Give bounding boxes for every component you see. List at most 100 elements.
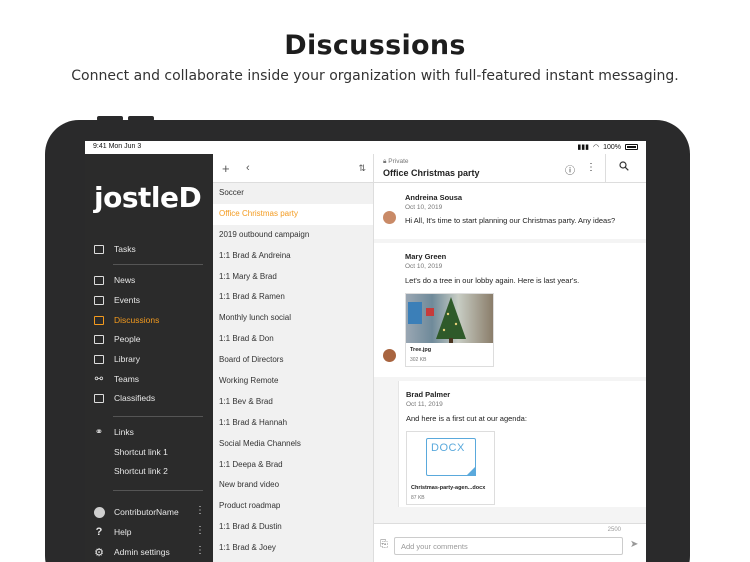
- nav-item-library[interactable]: Library: [93, 351, 205, 367]
- message-text: Hi All, It's time to start planning our …: [405, 216, 616, 225]
- list-item-selected[interactable]: Office Christmas party: [213, 203, 373, 225]
- chat-message: Andreina Sousa Oct 10, 2019 Hi All, It's…: [374, 183, 646, 239]
- checkbox-icon: [93, 244, 105, 254]
- list-item[interactable]: 1:1 Brad & Joey: [213, 538, 373, 559]
- more-icon[interactable]: ⋮: [586, 162, 596, 173]
- list-item[interactable]: 1:1 Deepa & Brad: [213, 455, 373, 476]
- send-icon[interactable]: ➤: [630, 539, 638, 550]
- list-item[interactable]: Product roadmap: [213, 496, 373, 517]
- status-bar: 9:41 Mon Jun 3 ▮▮▮ ◠ 100%: [85, 141, 646, 154]
- docx-icon: DOCX: [426, 438, 476, 476]
- nav-label: Classifieds: [114, 393, 156, 403]
- discussions-icon: [93, 315, 105, 325]
- nav-item-classifieds[interactable]: Classifieds: [93, 390, 205, 406]
- comment-input[interactable]: [394, 537, 623, 555]
- page-title: Discussions: [284, 30, 466, 61]
- nav-item-news[interactable]: News: [93, 272, 205, 288]
- list-item[interactable]: 1:1 Bev & Brad: [213, 392, 373, 413]
- chat-message: Mary Green Oct 10, 2019 Let's do a tree …: [374, 243, 646, 377]
- message-date: Oct 10, 2019: [405, 204, 443, 211]
- calendar-icon: [93, 295, 105, 305]
- list-item[interactable]: 2019 outbound campaign: [213, 225, 373, 246]
- status-indicators: ▮▮▮ ◠ 100%: [577, 143, 638, 151]
- jostle-logo: jostleD: [94, 181, 202, 214]
- nav-item-tasks[interactable]: Tasks: [93, 241, 205, 257]
- list-item[interactable]: 1:1 Brad & Dustin: [213, 517, 373, 538]
- more-icon[interactable]: ⋮: [195, 526, 205, 536]
- add-icon[interactable]: +: [222, 161, 230, 176]
- nav-label: Shortcut link 2: [114, 466, 168, 476]
- search-icon[interactable]: [619, 161, 629, 174]
- nav-label: Teams: [114, 374, 140, 384]
- avatar: [383, 211, 396, 224]
- nav-divider: [113, 264, 203, 265]
- nav-item-links[interactable]: ⚭ Links: [93, 424, 205, 440]
- nav-item-events[interactable]: Events: [93, 292, 205, 308]
- message-date: Oct 11, 2019: [406, 401, 443, 408]
- message-text: Let's do a tree in our lobby again. Here…: [405, 276, 580, 285]
- nav-label: Help: [114, 527, 132, 537]
- help-icon: ?: [95, 526, 103, 538]
- character-count: 2500: [607, 527, 621, 533]
- attach-icon[interactable]: ⎘: [380, 539, 388, 550]
- chat-panel: 🔒︎ Private Office Christmas party ⓘ ⋮ An…: [374, 154, 646, 562]
- status-time: 9:41 Mon Jun 3: [93, 143, 142, 150]
- nav-divider: [113, 490, 203, 491]
- message-author: Mary Green: [405, 252, 447, 261]
- privacy-label: 🔒︎ Private: [383, 158, 409, 165]
- list-item[interactable]: 1:1 Brad & Ramen: [213, 287, 373, 308]
- list-item[interactable]: New brand video: [213, 475, 373, 496]
- nav-item-discussions[interactable]: Discussions: [93, 312, 205, 328]
- attachment-size: 302 KB: [410, 357, 427, 363]
- attachment-name: Tree.jpg: [410, 347, 432, 353]
- list-item[interactable]: Working Remote: [213, 371, 373, 392]
- library-icon: [93, 354, 105, 364]
- more-icon[interactable]: ⋮: [195, 546, 205, 556]
- back-icon[interactable]: ‹: [246, 162, 250, 174]
- nav-label: Shortcut link 1: [114, 447, 168, 457]
- chat-message: Brad Palmer Oct 11, 2019 And here is a f…: [398, 381, 646, 507]
- attachment-size: 87 KB: [411, 495, 425, 501]
- nav-label: Admin settings: [114, 547, 170, 557]
- list-item[interactable]: 1:1 Brad & Don: [213, 329, 373, 350]
- nav-label: Events: [114, 295, 140, 305]
- sort-icon[interactable]: ⇅: [358, 163, 366, 174]
- wifi-icon: ◠: [592, 144, 600, 151]
- page-subtitle: Connect and collaborate inside your orga…: [71, 68, 679, 84]
- tree-thumbnail: [406, 294, 493, 343]
- image-attachment[interactable]: Tree.jpg 302 KB: [405, 293, 494, 367]
- classifieds-icon: [93, 393, 105, 403]
- message-author: Andreina Sousa: [405, 193, 463, 202]
- discussion-list: + ‹ ⇅ Soccer Office Christmas party 2019…: [213, 154, 374, 562]
- message-text: And here is a first cut at our agenda:: [406, 414, 527, 423]
- file-attachment[interactable]: DOCX Christmas-party-agen...docx 87 KB: [406, 431, 495, 505]
- list-item[interactable]: 1:1 Brad & Hannah: [213, 413, 373, 434]
- chat-header: 🔒︎ Private Office Christmas party ⓘ ⋮: [374, 154, 646, 183]
- chat-title: Office Christmas party: [383, 168, 480, 178]
- list-item[interactable]: 1:1 Brad & Andreina: [213, 246, 373, 267]
- discussion-items: Soccer Office Christmas party 2019 outbo…: [213, 183, 373, 559]
- nav-divider: [113, 416, 203, 417]
- list-item[interactable]: Soccer: [213, 183, 373, 204]
- nav-item-shortcut-2[interactable]: Shortcut link 2: [93, 463, 205, 479]
- message-author: Brad Palmer: [406, 390, 451, 399]
- info-icon[interactable]: ⓘ: [565, 162, 575, 177]
- lock-icon: 🔒︎: [383, 158, 387, 165]
- list-item[interactable]: 1:1 Mary & Brad: [213, 267, 373, 288]
- battery-icon: [625, 144, 638, 150]
- nav-label: Tasks: [114, 244, 136, 254]
- nav-label: People: [114, 334, 141, 344]
- list-item[interactable]: Board of Directors: [213, 350, 373, 371]
- nav-item-people[interactable]: People: [93, 331, 205, 347]
- app-screen: 9:41 Mon Jun 3 ▮▮▮ ◠ 100% jostleD Tasks …: [85, 141, 646, 562]
- nav-item-help[interactable]: ? Help ⋮: [93, 524, 205, 540]
- list-item[interactable]: Social Media Channels: [213, 434, 373, 455]
- more-icon[interactable]: ⋮: [195, 506, 205, 516]
- nav-item-teams[interactable]: ⚯ Teams: [93, 371, 205, 387]
- teams-icon: ⚯: [94, 373, 104, 385]
- nav-item-admin-settings[interactable]: ⚙ Admin settings ⋮: [93, 544, 205, 560]
- signal-icon: ▮▮▮: [577, 144, 589, 151]
- list-item[interactable]: Monthly lunch social: [213, 308, 373, 329]
- nav-item-shortcut-1[interactable]: Shortcut link 1: [93, 444, 205, 460]
- nav-item-user[interactable]: ContributorName ⋮: [93, 504, 205, 520]
